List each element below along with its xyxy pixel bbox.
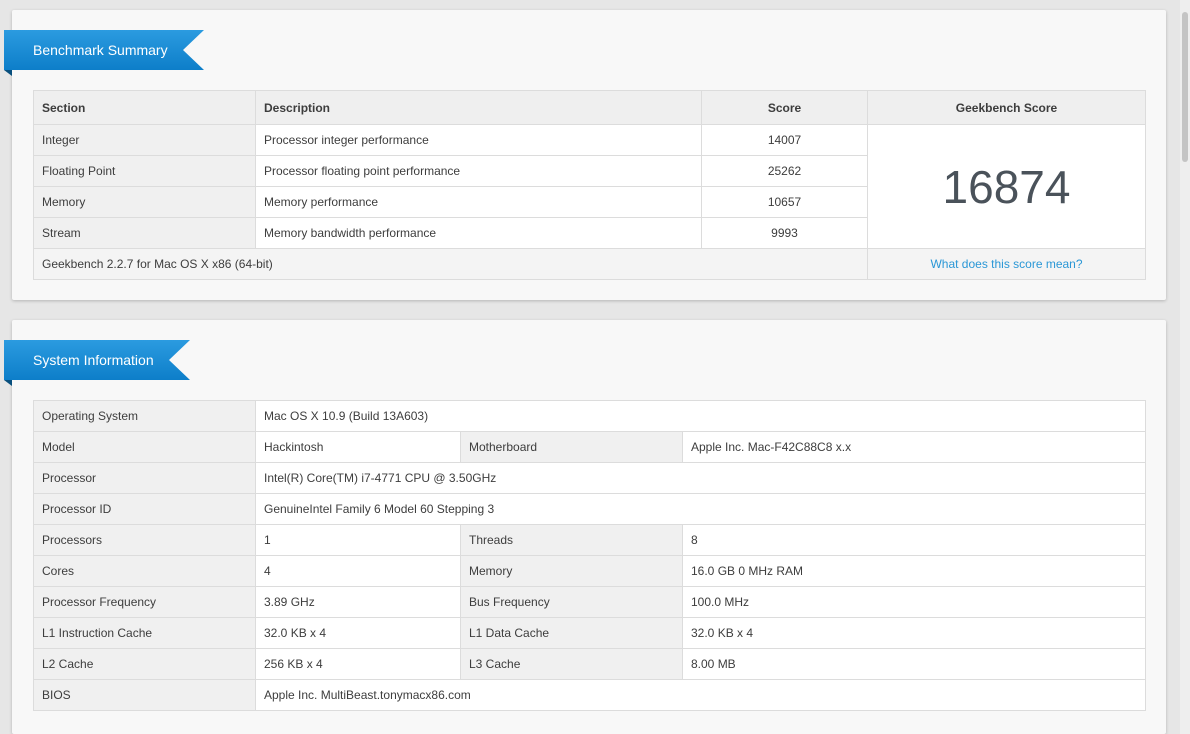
- info-value: 1: [255, 524, 461, 556]
- info-label: Model: [33, 431, 256, 463]
- info-value: 32.0 KB x 4: [681, 617, 1147, 649]
- score-meaning-link[interactable]: What does this score mean?: [867, 248, 1146, 280]
- score-cell: 14007: [701, 124, 868, 156]
- info-value: 100.0 MHz: [681, 586, 1147, 618]
- system-information-panel: System Information Operating System Mac …: [4, 320, 1166, 734]
- section-cell: Floating Point: [33, 155, 256, 187]
- info-label: Bus Frequency: [460, 586, 683, 618]
- info-label: Cores: [33, 555, 256, 587]
- section-cell: Stream: [33, 217, 256, 249]
- vertical-scrollbar[interactable]: [1180, 0, 1190, 734]
- description-cell: Processor floating point performance: [255, 155, 702, 187]
- info-label: L3 Cache: [460, 648, 683, 680]
- score-cell: 25262: [701, 155, 868, 187]
- benchmark-summary-panel: Benchmark Summary Section Description Sc…: [4, 10, 1166, 300]
- info-value: Hackintosh: [255, 431, 461, 463]
- info-value: Mac OS X 10.9 (Build 13A603): [254, 400, 1147, 432]
- info-label: Processor ID: [33, 493, 256, 525]
- info-label: Processors: [33, 524, 256, 556]
- table-row: Operating System Mac OS X 10.9 (Build 13…: [33, 400, 1147, 432]
- info-value: 8: [681, 524, 1147, 556]
- info-value: 16.0 GB 0 MHz RAM: [681, 555, 1147, 587]
- description-cell: Processor integer performance: [255, 124, 702, 156]
- system-information-ribbon: System Information: [4, 340, 190, 380]
- section-cell: Memory: [33, 186, 256, 218]
- description-header: Description: [255, 90, 702, 125]
- score-cell: 9993: [701, 217, 868, 249]
- table-row: Processor Intel(R) Core(TM) i7-4771 CPU …: [33, 462, 1147, 494]
- section-header: Section: [33, 90, 256, 125]
- info-label: Processor: [33, 462, 256, 494]
- section-cell: Integer: [33, 124, 256, 156]
- info-value: Apple Inc. MultiBeast.tonymacx86.com: [254, 679, 1147, 711]
- table-row: Processor Frequency 3.89 GHz Bus Frequen…: [33, 586, 1147, 618]
- description-cell: Memory bandwidth performance: [255, 217, 702, 249]
- benchmark-summary-ribbon: Benchmark Summary: [4, 30, 204, 70]
- table-row: L2 Cache 256 KB x 4 L3 Cache 8.00 MB: [33, 648, 1147, 680]
- table-row: BIOS Apple Inc. MultiBeast.tonymacx86.co…: [33, 679, 1147, 711]
- info-label: Memory: [460, 555, 683, 587]
- ribbon-fold: [4, 380, 12, 386]
- info-label: Motherboard: [460, 431, 683, 463]
- info-value: 4: [255, 555, 461, 587]
- info-value: Apple Inc. Mac-F42C88C8 x.x: [681, 431, 1147, 463]
- table-row: Model Hackintosh Motherboard Apple Inc. …: [33, 431, 1147, 463]
- scrollbar-thumb[interactable]: [1182, 12, 1188, 162]
- info-value: GenuineIntel Family 6 Model 60 Stepping …: [254, 493, 1147, 525]
- geekbench-total-score: 16874: [867, 124, 1146, 249]
- info-label: Operating System: [33, 400, 256, 432]
- ribbon-fold: [4, 70, 12, 76]
- info-value: Intel(R) Core(TM) i7-4771 CPU @ 3.50GHz: [254, 462, 1147, 494]
- score-header: Score: [701, 90, 868, 125]
- info-value: 3.89 GHz: [255, 586, 461, 618]
- system-info-table: Operating System Mac OS X 10.9 (Build 13…: [33, 400, 1147, 711]
- geekbench-score-header: Geekbench Score: [867, 90, 1146, 125]
- table-row: Integer Processor integer performance 14…: [33, 124, 1146, 249]
- info-label: Threads: [460, 524, 683, 556]
- benchmark-table: Section Description Score Geekbench Scor…: [33, 90, 1146, 280]
- benchmark-footer-row: Geekbench 2.2.7 for Mac OS X x86 (64-bit…: [33, 248, 1146, 280]
- table-row: L1 Instruction Cache 32.0 KB x 4 L1 Data…: [33, 617, 1147, 649]
- benchmark-header-row: Section Description Score Geekbench Scor…: [33, 90, 1146, 125]
- info-label: Processor Frequency: [33, 586, 256, 618]
- info-label: BIOS: [33, 679, 256, 711]
- info-value: 8.00 MB: [681, 648, 1147, 680]
- description-cell: Memory performance: [255, 186, 702, 218]
- table-row: Cores 4 Memory 16.0 GB 0 MHz RAM: [33, 555, 1147, 587]
- table-row: Processor ID GenuineIntel Family 6 Model…: [33, 493, 1147, 525]
- info-value: 256 KB x 4: [255, 648, 461, 680]
- info-value: 32.0 KB x 4: [255, 617, 461, 649]
- score-cell: 10657: [701, 186, 868, 218]
- info-label: L2 Cache: [33, 648, 256, 680]
- info-label: L1 Instruction Cache: [33, 617, 256, 649]
- info-label: L1 Data Cache: [460, 617, 683, 649]
- geekbench-version: Geekbench 2.2.7 for Mac OS X x86 (64-bit…: [33, 248, 868, 280]
- table-row: Processors 1 Threads 8: [33, 524, 1147, 556]
